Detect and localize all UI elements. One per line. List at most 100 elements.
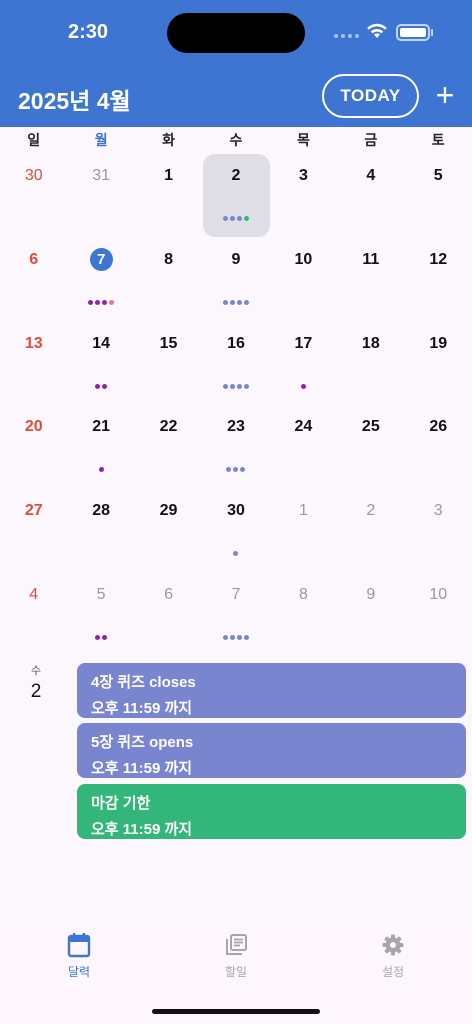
calendar-week-row: 13 14 15 16 17 18 19 <box>0 320 472 404</box>
day-number: 25 <box>361 418 380 436</box>
day-number: 6 <box>164 585 173 603</box>
calendar-day-cell[interactable]: 2 <box>337 487 404 571</box>
agenda-date: 수 2 <box>20 662 52 703</box>
tab-calendar[interactable]: 달력 <box>39 932 119 980</box>
tab-label: 할일 <box>224 965 248 979</box>
calendar-day-cell[interactable]: 21 <box>67 403 134 487</box>
event-dot <box>229 299 235 305</box>
event-dot <box>236 216 242 221</box>
calendar-day-cell[interactable]: 8 <box>270 571 337 655</box>
day-number: 6 <box>29 250 39 268</box>
calendar-day-cell[interactable]: 24 <box>270 403 337 487</box>
event-dot <box>243 216 249 221</box>
weekday-label: 월 <box>94 132 108 148</box>
day-number: 8 <box>164 250 173 268</box>
day-number: 14 <box>92 334 111 352</box>
month-grid: 30 31 1 2 3 4 5 6 7 8 9 10 11 12 13 14 15 16 17 18 19 20 21 22 2… <box>0 152 472 655</box>
calendar-day-cell[interactable]: 1 <box>135 152 202 236</box>
calendar-day-cell[interactable]: 7 <box>202 571 269 655</box>
library-books-icon <box>196 932 276 958</box>
event-dot <box>240 467 246 473</box>
event-dot <box>102 299 108 305</box>
calendar-day-cell[interactable]: 23 <box>202 403 269 487</box>
event-dot <box>226 467 232 473</box>
today-button[interactable]: TODAY <box>322 74 419 118</box>
calendar-day-cell[interactable]: 30 <box>0 152 67 236</box>
day-number: 23 <box>227 418 245 436</box>
day-number: 5 <box>433 167 443 184</box>
calendar-day-cell[interactable]: 28 <box>67 487 134 571</box>
event-title: 4장 퀴즈 closes <box>91 674 196 691</box>
event-dot <box>88 299 94 305</box>
day-number: 27 <box>24 502 43 520</box>
calendar-day-cell[interactable]: 3 <box>405 487 472 571</box>
calendar-day-cell[interactable]: 5 <box>67 571 134 655</box>
day-number: 15 <box>159 334 178 352</box>
calendar-day-cell[interactable]: 9 <box>337 571 404 655</box>
calendar-day-cell[interactable]: 1 <box>270 487 337 571</box>
tab-todo[interactable]: 할일 <box>196 932 276 980</box>
event-card[interactable]: 마감 기한 오후 11:59 까지 <box>77 784 466 839</box>
calendar-day-cell[interactable]: 5 <box>405 152 472 236</box>
calendar-day-cell[interactable]: 19 <box>405 320 472 404</box>
event-dot <box>236 299 242 305</box>
day-number: 12 <box>429 250 448 268</box>
day-number: 9 <box>231 250 241 268</box>
calendar-day-cell[interactable]: 31 <box>67 152 134 236</box>
calendar-day-cell[interactable]: 6 <box>0 236 67 320</box>
day-number: 4 <box>29 585 39 603</box>
calendar-day-cell[interactable]: 7 <box>67 236 134 320</box>
dynamic-island <box>167 13 305 53</box>
calendar-day-cell[interactable]: 4 <box>0 571 67 655</box>
calendar-day-cell[interactable]: 10 <box>270 236 337 320</box>
calendar-day-cell[interactable]: 27 <box>0 487 67 571</box>
weekday-header: 일 월 화 수 목 금 토 <box>0 130 472 152</box>
home-indicator <box>152 1009 320 1014</box>
calendar-day-cell[interactable]: 11 <box>337 236 404 320</box>
day-number: 3 <box>433 502 443 520</box>
calendar-day-cell[interactable]: 18 <box>337 320 404 404</box>
calendar-day-cell[interactable]: 8 <box>135 236 202 320</box>
calendar-day-cell[interactable]: 17 <box>270 320 337 404</box>
weekday-label: 수 <box>229 132 243 148</box>
calendar-day-cell[interactable]: 26 <box>405 403 472 487</box>
event-dot <box>102 383 108 389</box>
calendar-day-cell[interactable]: 13 <box>0 320 67 404</box>
calendar-day-cell[interactable]: 15 <box>135 320 202 404</box>
event-dot <box>243 383 249 389</box>
add-event-button[interactable]: + <box>430 78 460 114</box>
event-dot <box>229 216 235 221</box>
calendar-day-cell[interactable]: 25 <box>337 403 404 487</box>
calendar-day-cell[interactable]: 12 <box>405 236 472 320</box>
calendar-day-cell[interactable]: 2 <box>202 152 271 237</box>
day-number: 11 <box>362 250 380 268</box>
calendar-day-cell[interactable]: 10 <box>405 571 472 655</box>
calendar-day-cell[interactable]: 29 <box>135 487 202 571</box>
day-number: 28 <box>92 502 111 520</box>
day-number: 9 <box>366 585 376 603</box>
day-number: 1 <box>298 502 308 520</box>
app-header: 2:30 2025년 4월 TODAY + <box>0 0 472 127</box>
tab-settings[interactable]: 설정 <box>353 932 433 980</box>
event-card[interactable]: 5장 퀴즈 opens 오후 11:59 까지 <box>77 723 466 778</box>
month-title[interactable]: 2025년 4월 <box>18 82 131 116</box>
event-dot <box>95 634 101 640</box>
event-dot <box>229 634 235 640</box>
day-number: 16 <box>227 334 245 352</box>
calendar-day-cell[interactable]: 30 <box>202 487 269 571</box>
calendar-icon <box>39 932 119 958</box>
day-number: 29 <box>159 502 178 520</box>
calendar-day-cell[interactable]: 22 <box>135 403 202 487</box>
calendar-day-cell[interactable]: 3 <box>270 152 337 236</box>
calendar-day-cell[interactable]: 20 <box>0 403 67 487</box>
calendar-day-cell[interactable]: 9 <box>202 236 269 320</box>
calendar-week-row: 4 5 6 7 8 9 10 <box>0 571 472 655</box>
calendar-day-cell[interactable]: 4 <box>337 152 404 236</box>
calendar-day-cell[interactable]: 14 <box>67 320 134 404</box>
event-dot <box>109 299 115 305</box>
calendar-day-cell[interactable]: 16 <box>202 320 269 404</box>
event-time: 오후 11:59 까지 <box>91 700 193 717</box>
calendar-day-cell[interactable]: 6 <box>135 571 202 655</box>
event-card[interactable]: 4장 퀴즈 closes 오후 11:59 까지 <box>77 663 466 718</box>
weekday-label: 토 <box>431 132 445 148</box>
